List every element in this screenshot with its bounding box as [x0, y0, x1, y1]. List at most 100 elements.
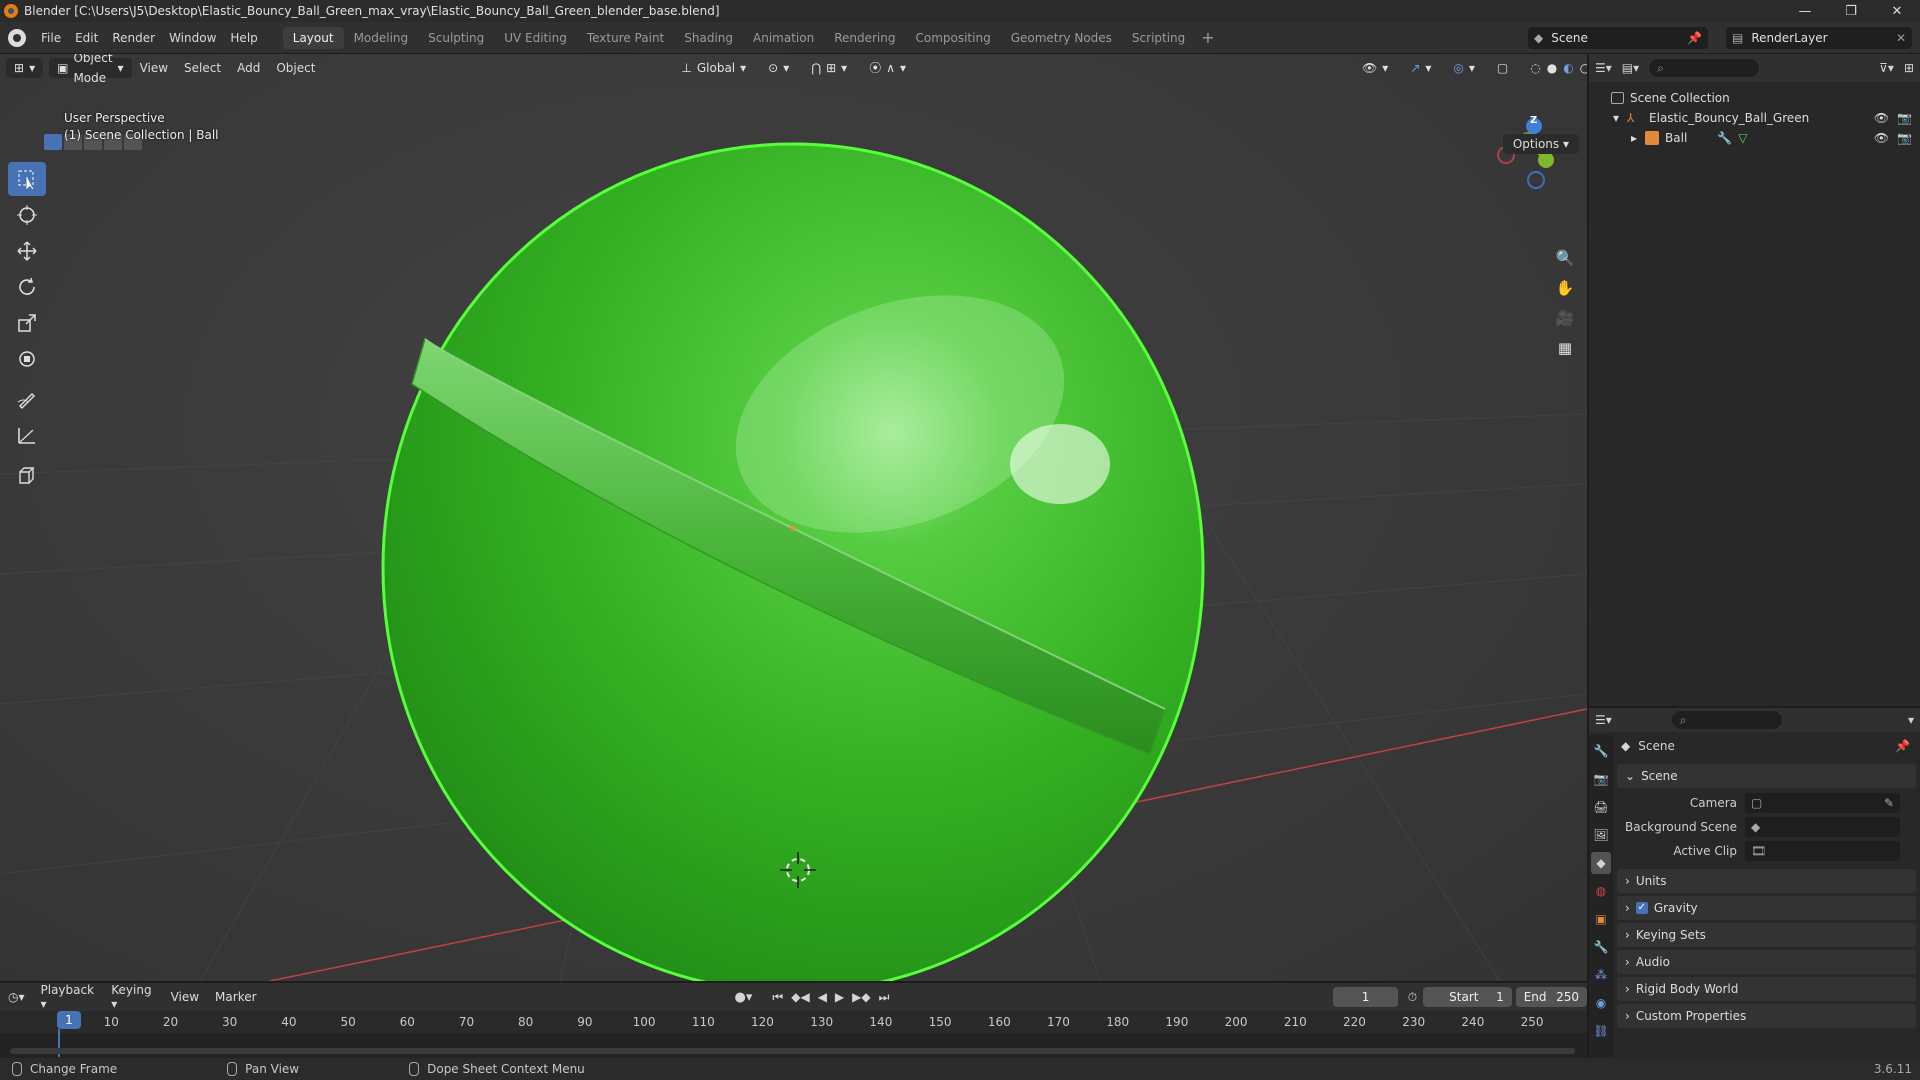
timeline-menu-marker[interactable]: Marker	[207, 990, 264, 1004]
gravity-checkbox[interactable]: ✓	[1635, 902, 1648, 914]
timeline-menu-playback[interactable]: Playback ▾	[33, 983, 104, 1011]
background-scene-field[interactable]: ◆	[1745, 817, 1900, 837]
tab-texture-paint[interactable]: Texture Paint	[577, 27, 674, 49]
output-tab-icon[interactable]: 🖨	[1591, 796, 1611, 818]
outliner-row-collection[interactable]: ▾ ⅄ Elastic_Bouncy_Ball_Green 👁 📷	[1589, 108, 1920, 128]
current-frame-field[interactable]: 1	[1333, 987, 1398, 1007]
properties-editor-icon[interactable]: ☰▾	[1595, 713, 1612, 727]
viewport-menu-object[interactable]: Object	[268, 61, 323, 75]
viewport-menu-select[interactable]: Select	[176, 61, 229, 75]
section-scene-header[interactable]: ⌄ Scene	[1617, 764, 1916, 788]
jump-start-icon[interactable]: ⏮	[772, 990, 783, 1005]
minimize-button[interactable]: —	[1782, 0, 1828, 22]
tab-sculpting[interactable]: Sculpting	[418, 27, 494, 49]
menu-render[interactable]: Render	[105, 31, 162, 45]
viewport-menu-add[interactable]: Add	[229, 61, 268, 75]
tab-scripting[interactable]: Scripting	[1122, 27, 1195, 49]
view-layer-selector[interactable]: ▤ RenderLayer ✕	[1726, 27, 1912, 49]
next-keyframe-icon[interactable]: ▶◆	[852, 990, 870, 1005]
auto-keying-icon[interactable]: ●▾	[735, 990, 753, 1005]
solid-shading-icon[interactable]: ●	[1547, 58, 1557, 78]
particles-tab-icon[interactable]: ⁂	[1591, 964, 1611, 986]
jump-end-icon[interactable]: ⏭	[879, 990, 890, 1005]
tab-uv-editing[interactable]: UV Editing	[494, 27, 577, 49]
material-preview-icon[interactable]: ◐	[1563, 58, 1573, 78]
tool-tab-icon[interactable]: 🔧	[1591, 740, 1611, 762]
preview-range-icon[interactable]: ⏱	[1408, 990, 1417, 1005]
pivot-point-dropdown[interactable]: ⊙ ▾	[760, 58, 797, 78]
start-frame-field[interactable]: Start 1	[1423, 987, 1512, 1007]
section-rigid-body-world[interactable]: › Rigid Body World	[1617, 977, 1916, 1001]
proportional-edit-toggle[interactable]: ⦿ ∧ ▾	[861, 58, 914, 78]
visibility-eye-icon[interactable]: 👁	[1874, 111, 1889, 125]
object-tab-icon[interactable]: ▣	[1591, 908, 1611, 930]
editor-type-button[interactable]: ⊞ ▾	[6, 58, 44, 78]
camera-view-icon[interactable]: 🎥	[1551, 304, 1579, 332]
rendered-shading-icon[interactable]: ○	[1580, 58, 1587, 78]
menu-edit[interactable]: Edit	[68, 31, 105, 45]
outliner-editor-icon[interactable]: ☰▾	[1595, 61, 1612, 75]
render-tab-icon[interactable]: 📷	[1591, 768, 1611, 790]
active-clip-field[interactable]: 🎞	[1745, 841, 1900, 861]
playhead[interactable]: 1	[57, 1011, 81, 1029]
render-camera-icon[interactable]: 📷	[1897, 111, 1912, 125]
menu-file[interactable]: File	[34, 31, 68, 45]
physics-tab-icon[interactable]: ◉	[1591, 992, 1611, 1014]
tab-shading[interactable]: Shading	[674, 27, 743, 49]
maximize-button[interactable]: ❐	[1828, 0, 1874, 22]
camera-field[interactable]: ▢ ✎	[1745, 793, 1900, 813]
tab-geometry-nodes[interactable]: Geometry Nodes	[1001, 27, 1122, 49]
world-tab-icon[interactable]: ◍	[1591, 880, 1611, 902]
xray-toggle[interactable]: ▢	[1489, 58, 1516, 78]
viewport-menu-view[interactable]: View	[132, 61, 176, 75]
prev-keyframe-icon[interactable]: ◆◀	[791, 990, 809, 1005]
section-keying-sets[interactable]: › Keying Sets	[1617, 923, 1916, 947]
move-tool[interactable]	[8, 234, 46, 268]
annotate-tool[interactable]	[8, 382, 46, 416]
transform-tool[interactable]	[8, 342, 46, 376]
timeline-menu-view[interactable]: View	[163, 990, 207, 1004]
modifier-tab-icon[interactable]: 🔧	[1591, 936, 1611, 958]
play-icon[interactable]: ▶	[835, 990, 844, 1005]
ball-visibility-eye-icon[interactable]: 👁	[1874, 131, 1889, 145]
timeline-menu-keying[interactable]: Keying ▾	[103, 983, 162, 1011]
constraints-tab-icon[interactable]: ⛓	[1591, 1020, 1611, 1042]
wireframe-shading-icon[interactable]: ◌	[1530, 58, 1540, 78]
play-reverse-icon[interactable]: ◀	[818, 990, 827, 1005]
overlays-toggle[interactable]: ◎ ▾	[1445, 58, 1483, 78]
measure-tool[interactable]	[8, 418, 46, 452]
expand-collection-icon[interactable]: ▾	[1613, 111, 1619, 125]
context-pin-icon[interactable]: 📌	[1895, 739, 1910, 753]
transform-orientation-dropdown[interactable]: ⊥ Global ▾	[673, 58, 754, 78]
section-custom-properties[interactable]: › Custom Properties	[1617, 1004, 1916, 1028]
ball-object[interactable]	[381, 142, 1205, 981]
properties-search-field[interactable]: ⌕	[1671, 711, 1782, 729]
tab-layout[interactable]: Layout	[282, 26, 344, 49]
rotate-tool[interactable]	[8, 270, 46, 304]
filter-icon[interactable]: ⊽▾	[1879, 61, 1894, 75]
section-gravity[interactable]: › ✓ Gravity	[1617, 896, 1916, 920]
add-cube-tool[interactable]	[8, 458, 46, 492]
outliner-search-field[interactable]: ⌕	[1649, 59, 1760, 77]
section-units[interactable]: › Units	[1617, 869, 1916, 893]
snap-toggle[interactable]: ⋂ ⊞ ▾	[803, 58, 855, 78]
object-mode-dropdown[interactable]: ▣ Object Mode ▾	[49, 54, 132, 85]
expand-ball-icon[interactable]: ▸	[1631, 131, 1637, 145]
outliner-row-scene-collection[interactable]: Scene Collection	[1589, 88, 1920, 108]
tab-rendering[interactable]: Rendering	[824, 27, 905, 49]
display-mode-icon[interactable]: ▤▾	[1622, 61, 1639, 75]
outliner-row-ball[interactable]: ▸ Ball 🔧 ▽ 👁 📷	[1589, 128, 1920, 148]
frame-ruler[interactable]: 10 20 30 40 50 60 70 80 90 100 110 120 130 140 150 160 1…	[0, 1011, 1587, 1033]
menu-help[interactable]: Help	[223, 31, 264, 45]
eyedropper-icon[interactable]: ✎	[1884, 796, 1894, 810]
add-workspace-button[interactable]: +	[1195, 27, 1220, 49]
menu-window[interactable]: Window	[162, 31, 223, 45]
timeline-scrollbar[interactable]	[10, 1048, 1575, 1054]
visibility-dropdown[interactable]: 👁 ▾	[1354, 58, 1396, 78]
cursor-tool[interactable]	[8, 198, 46, 232]
gizmos-toggle[interactable]: ↗ ▾	[1402, 58, 1439, 78]
pan-hand-icon[interactable]: ✋	[1551, 274, 1579, 302]
properties-options-icon[interactable]: ▾	[1908, 713, 1914, 727]
3d-viewport[interactable]: X Y Z ⊞▾ ▣Object Mode▾ View Select Add O…	[0, 54, 1587, 981]
zoom-icon[interactable]: 🔍	[1551, 244, 1579, 272]
